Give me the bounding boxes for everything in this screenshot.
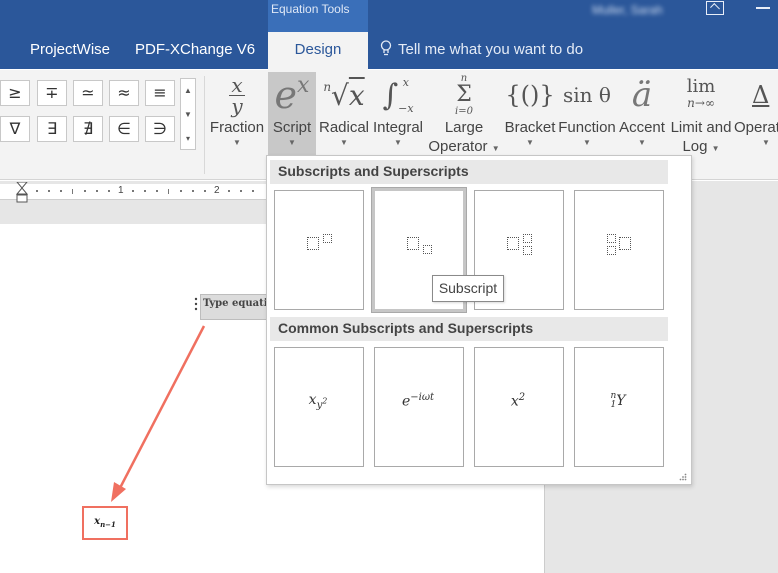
operator-label: Operat [734,119,778,136]
ruler-number: 2 [214,185,220,196]
bracket-label: Bracket [504,119,556,136]
symbol-gallery-scroll[interactable]: ▲ ▼ ▾ [180,78,196,150]
limit-log-label: Limit and [670,119,732,136]
accent-caret-icon: ▼ [638,138,646,147]
equation-tools-label: Equation Tools [271,2,350,16]
symbol-nabla[interactable]: ∇ [0,116,30,142]
equation-drag-handle-icon[interactable] [193,296,199,312]
script-caret-icon: ▼ [288,138,296,147]
gallery-section-header: Subscripts and Superscripts [270,160,668,184]
common-script-x-sub-y2[interactable]: xy2 [274,347,364,467]
ruler-number: 1 [118,185,124,196]
equation-result: xn−1 [94,516,116,529]
template-formula: n1Y [610,391,626,410]
fraction-caret-icon: ▼ [233,138,241,147]
tab-projectwise[interactable]: ProjectWise [30,41,110,58]
minimize-icon[interactable] [756,7,770,9]
bracket-icon: {()} [505,81,555,109]
common-script-x-squared[interactable]: x2 [474,347,564,467]
subscript-tooltip: Subscript [432,275,504,302]
tab-pdf-xchange[interactable]: PDF-XChange V6 [135,41,255,58]
fraction-label: Fraction [209,119,265,136]
integral-icon: ∫ x −x [382,75,414,115]
scroll-down-icon[interactable]: ▼ [181,103,195,127]
radical-label: Radical [318,119,370,136]
superscript-template[interactable] [274,190,364,310]
operator-button[interactable]: Δ Operat ▼ [734,72,778,149]
symbol-not-exists[interactable]: ∄ [73,116,103,142]
operator-icon: Δ [752,81,770,109]
symbol-exists[interactable]: ∃ [37,116,67,142]
radical-button[interactable]: n √ x Radical ▼ [318,72,370,149]
large-operator-label: Large [444,119,484,136]
indent-marker-icon[interactable] [16,182,28,208]
tell-me-text: Tell me what you want to do [398,41,584,58]
template-formula: xy2 [308,392,328,411]
fraction-button[interactable]: xy Fraction ▼ [208,72,266,149]
symbol-identical[interactable]: ≡ [145,80,175,106]
resize-grip-icon[interactable] [679,473,687,481]
lightbulb-icon [380,40,392,56]
accent-icon: ä [631,75,653,115]
integral-label: Integral [372,119,424,136]
common-script-e-iwt[interactable]: e−iωt [374,347,464,467]
symbol-greater-equal[interactable]: ≥ [0,80,30,106]
equation-placeholder[interactable]: Type equation here. [200,294,270,320]
script-label: Script [272,119,312,136]
radical-caret-icon: ▼ [340,138,348,147]
limit-icon: lim n→∞ [686,76,716,111]
accent-label: Accent [619,119,665,136]
symbol-asymptotically-equal[interactable]: ≃ [73,80,103,106]
horizontal-ruler[interactable]: 1 2 [0,184,268,200]
gallery-more-icon[interactable]: ▾ [181,127,195,151]
script-icon: ex [274,72,310,118]
user-name[interactable]: Muller, Sarah [592,3,663,17]
radical-icon: n √ x [323,78,365,112]
ribbon-group-separator [204,76,205,174]
left-subscript-superscript-template[interactable] [574,190,664,310]
template-formula: x2 [510,392,526,410]
symbol-contains[interactable]: ∋ [145,116,175,142]
limit-log-button[interactable]: lim n→∞ Limit and Log ▼ [668,72,734,158]
ribbon-display-options-icon[interactable] [706,1,724,15]
accent-button[interactable]: ä Accent ▼ [616,72,668,149]
tab-design[interactable]: Design [268,32,368,70]
template-formula: e−iωt [401,392,435,410]
symbol-minus-plus[interactable]: ∓ [37,80,67,106]
function-label: Function [558,119,616,136]
large-operator-button[interactable]: n Σi=0 Large Operator ▼ [428,72,500,158]
summation-icon: n Σi=0 [455,73,473,117]
function-caret-icon: ▼ [583,138,591,147]
gallery-section-header: Common Subscripts and Superscripts [270,317,668,341]
integral-caret-icon: ▼ [394,138,402,147]
function-button[interactable]: sin θ Function ▼ [558,72,616,149]
bracket-button[interactable]: {()} Bracket ▼ [502,72,558,149]
scroll-up-icon[interactable]: ▲ [181,79,195,103]
equation-result-highlight: xn−1 [82,506,128,540]
symbol-element-of[interactable]: ∈ [109,116,139,142]
integral-button[interactable]: ∫ x −x Integral ▼ [372,72,424,149]
common-script-left-scripts-y[interactable]: n1Y [574,347,664,467]
symbol-almost-equal[interactable]: ≈ [109,80,139,106]
operator-caret-icon: ▼ [762,138,770,147]
fraction-icon: xy [208,72,266,118]
tell-me-search[interactable]: Tell me what you want to do [380,40,583,58]
function-icon: sin θ [563,83,611,107]
bracket-caret-icon: ▼ [526,138,534,147]
